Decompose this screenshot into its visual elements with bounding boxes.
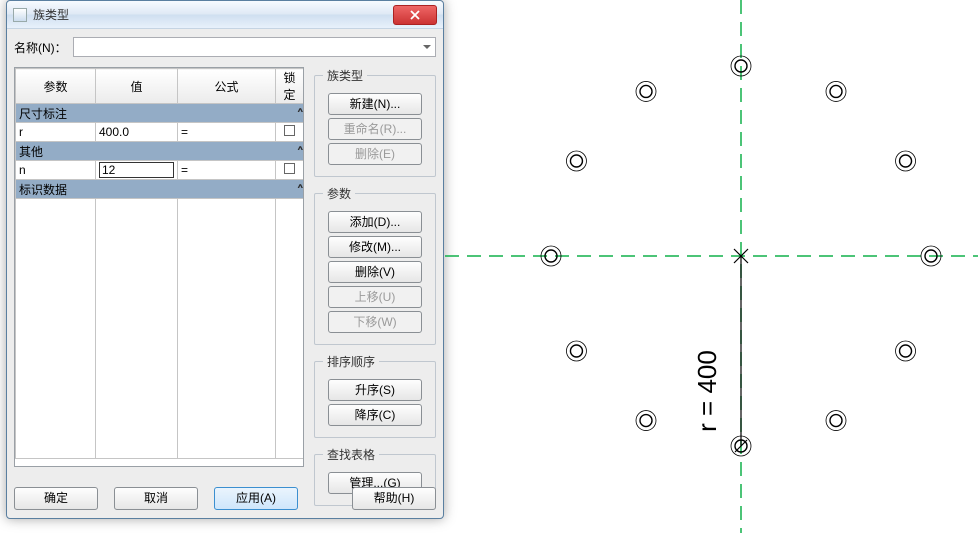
param-formula[interactable]: = — [178, 123, 276, 142]
delete-param-button[interactable]: 删除(V) — [328, 261, 422, 283]
cancel-button[interactable]: 取消 — [114, 487, 198, 510]
apply-button[interactable]: 应用(A) — [214, 487, 298, 510]
svg-text:r = 400: r = 400 — [692, 350, 722, 432]
modify-param-button[interactable]: 修改(M)... — [328, 236, 422, 258]
col-header-param[interactable]: 参数 — [16, 69, 96, 104]
col-header-lock[interactable]: 锁定 — [276, 69, 304, 104]
section-dim[interactable]: 尺寸标注^^ — [16, 104, 304, 123]
chevron-up-icon: ^^ — [298, 108, 299, 119]
param-value[interactable]: 400.0 — [96, 123, 178, 142]
lock-checkbox[interactable] — [284, 163, 295, 174]
section-other[interactable]: 其他^^ — [16, 142, 304, 161]
new-type-button[interactable]: 新建(N)... — [328, 93, 422, 115]
rename-type-button[interactable]: 重命名(R)... — [328, 118, 422, 140]
add-param-button[interactable]: 添加(D)... — [328, 211, 422, 233]
name-combo[interactable] — [73, 37, 436, 57]
group-legend: 查找表格 — [323, 446, 379, 463]
group-family-types: 族类型 新建(N)... 重命名(R)... 删除(E) — [314, 67, 436, 177]
param-formula[interactable]: = — [178, 161, 276, 180]
group-sort: 排序顺序 升序(S) 降序(C) — [314, 353, 436, 438]
app-icon — [13, 8, 27, 22]
delete-type-button[interactable]: 删除(E) — [328, 143, 422, 165]
col-header-formula[interactable]: 公式 — [178, 69, 276, 104]
drawing-svg: r = 400 — [445, 0, 978, 533]
movedown-param-button[interactable]: 下移(W) — [328, 311, 422, 333]
col-header-value[interactable]: 值 — [96, 69, 178, 104]
chevron-up-icon: ^^ — [298, 184, 299, 195]
table-row: n = — [16, 161, 304, 180]
help-button[interactable]: 帮助(H) — [352, 487, 436, 510]
close-button[interactable] — [393, 5, 437, 25]
parameter-grid[interactable]: 参数 值 公式 锁定 尺寸标注^^ r 400.0 = 其他^^ n — [14, 67, 304, 467]
lock-checkbox[interactable] — [284, 125, 295, 136]
moveup-param-button[interactable]: 上移(U) — [328, 286, 422, 308]
group-legend: 族类型 — [323, 67, 367, 84]
n-value-input[interactable] — [99, 162, 174, 178]
sort-desc-button[interactable]: 降序(C) — [328, 404, 422, 426]
param-value[interactable] — [96, 161, 178, 180]
param-name[interactable]: r — [16, 123, 96, 142]
name-label: 名称(N)： — [14, 39, 67, 56]
ok-button[interactable]: 确定 — [14, 487, 98, 510]
section-ident[interactable]: 标识数据^^ — [16, 180, 304, 199]
chevron-up-icon: ^^ — [298, 146, 299, 157]
table-row: r 400.0 = — [16, 123, 304, 142]
param-name[interactable]: n — [16, 161, 96, 180]
family-types-dialog: 族类型 名称(N)： 参数 值 公式 锁定 — [6, 0, 444, 519]
sort-asc-button[interactable]: 升序(S) — [328, 379, 422, 401]
group-legend: 排序顺序 — [323, 353, 379, 370]
group-parameters: 参数 添加(D)... 修改(M)... 删除(V) 上移(U) 下移(W) — [314, 185, 436, 345]
drawing-canvas: r = 400 — [445, 0, 978, 533]
titlebar[interactable]: 族类型 — [7, 1, 443, 29]
dialog-title: 族类型 — [33, 6, 393, 23]
group-legend: 参数 — [323, 185, 355, 202]
